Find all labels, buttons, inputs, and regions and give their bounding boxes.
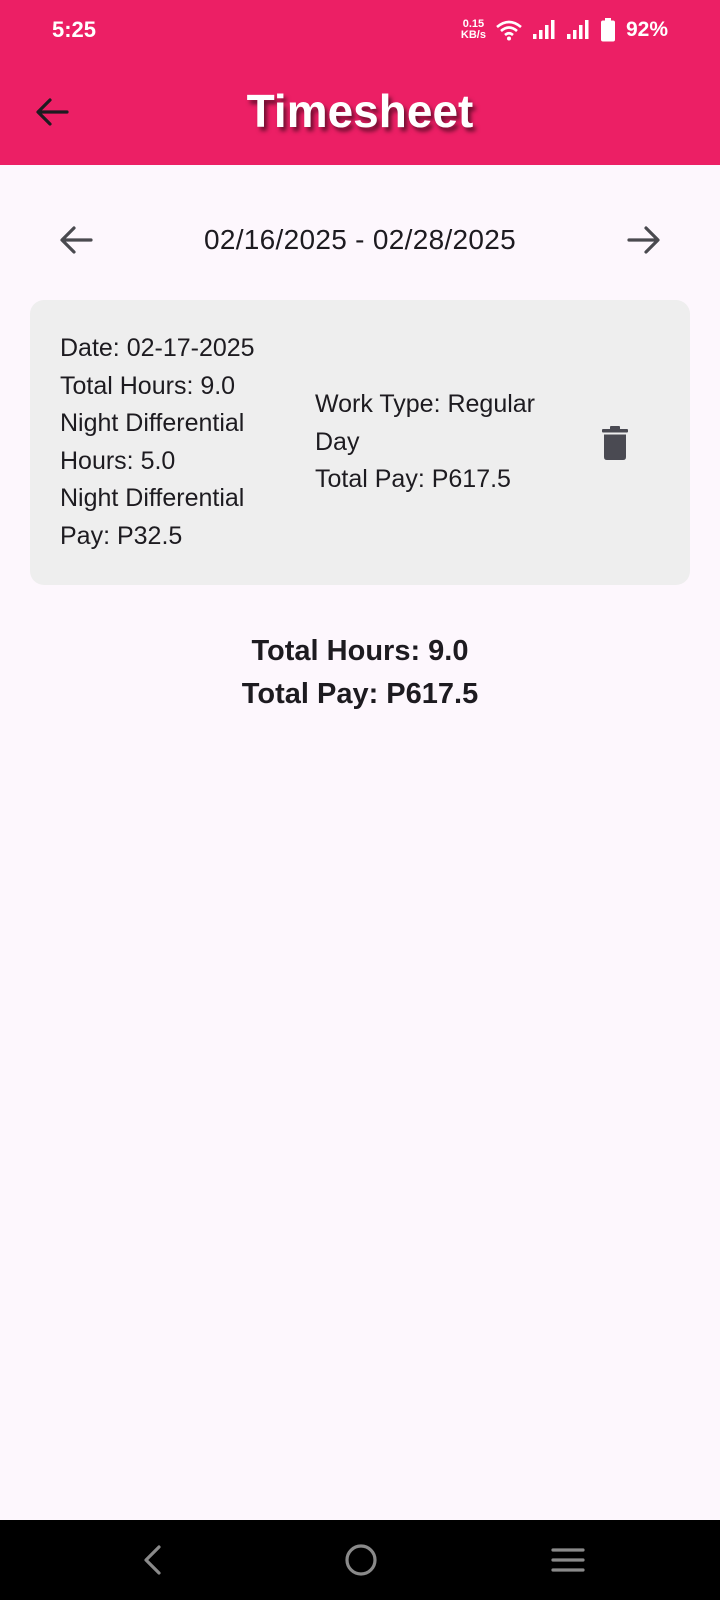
totals-summary: Total Hours: 9.0 Total Pay: P617.5 (0, 630, 720, 716)
nav-menu-button[interactable] (542, 1534, 594, 1586)
back-icon (144, 1545, 161, 1575)
app-bar: 5:25 0.15 KB/s 92% Timesheet (0, 0, 720, 165)
period-range: 02/16/2025 - 02/28/2025 (203, 224, 517, 255)
home-icon (345, 1544, 377, 1576)
status-time: 5:25 (52, 17, 97, 42)
entry-total-hours: Total Hours: 9.0 (60, 371, 236, 400)
battery-icon (600, 18, 615, 42)
delete-entry-button[interactable] (590, 418, 640, 468)
arrow-forward-icon (627, 226, 660, 254)
status-icons: 0.15 KB/s 92% (461, 14, 668, 46)
menu-icon (551, 1548, 585, 1572)
entry-night-diff-hours: Night Differential Hours: 5.0 (60, 409, 245, 475)
entry-night-diff-pay: Night Differential Pay: P32.5 (60, 484, 245, 550)
page-title: Timesheet (246, 85, 474, 137)
next-period-button[interactable] (622, 218, 666, 262)
network-speed: 0.15 KB/s (461, 19, 486, 41)
status-bar: 5:25 0.15 KB/s 92% (0, 0, 720, 60)
entry-pay-details: Work Type: Regular Day Total Pay: P617.5 (315, 386, 565, 499)
wifi-icon (496, 20, 522, 41)
timesheet-entry-card: Date: 02-17-2025 Total Hours: 9.0 Night … (30, 300, 690, 585)
nav-home-button[interactable] (335, 1534, 387, 1586)
entry-details: Date: 02-17-2025 Total Hours: 9.0 Night … (60, 330, 300, 555)
trash-icon (602, 426, 628, 460)
signal-icon (566, 20, 589, 39)
summary-total-pay: Total Pay: P617.5 (241, 678, 479, 710)
entry-total-pay: Total Pay: P617.5 (315, 465, 511, 493)
period-selector: 02/16/2025 - 02/28/2025 (0, 210, 720, 270)
network-speed-unit: KB/s (460, 29, 486, 41)
signal-icon (532, 20, 555, 39)
battery-percent: 92% (625, 18, 668, 41)
summary-total-hours: Total Hours: 9.0 (251, 635, 469, 667)
system-nav-bar (0, 1520, 720, 1600)
nav-back-button[interactable] (127, 1534, 179, 1586)
entry-work-type: Work Type: Regular Day (315, 390, 536, 456)
entry-date: Date: 02-17-2025 (60, 334, 255, 362)
